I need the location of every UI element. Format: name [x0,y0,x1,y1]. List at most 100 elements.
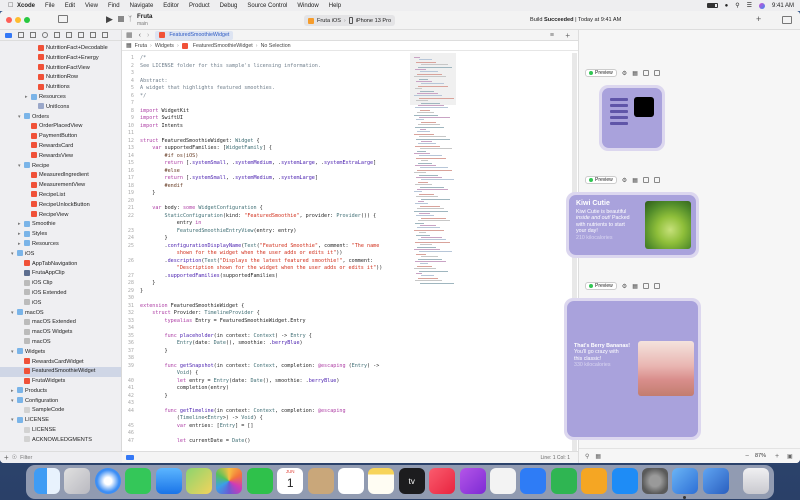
preview-settings-icon[interactable]: ⚙ [622,177,627,184]
code-line[interactable]: 34 [122,325,410,333]
folder-tab-icon[interactable] [5,32,12,38]
code-area[interactable]: 1 /* 2 See LICENSE folder for this sample's… [122,53,410,453]
navigator-row[interactable]: ▸ Styles [0,230,121,240]
menu-view[interactable]: View [85,3,98,9]
find-tab-icon[interactable] [42,32,48,38]
code-line[interactable]: 5 A widget that highlights featured smoot… [122,85,410,93]
preview-live-button[interactable]: Preview [585,282,617,290]
code-line[interactable]: 21 var body: some WidgetConfiguration { [122,205,410,213]
navigator-row[interactable]: ▸ Smoothie [0,220,121,230]
numbers-icon[interactable] [550,468,577,494]
maps-icon[interactable] [186,468,212,494]
code-line[interactable]: 7 [122,100,410,108]
systempreferences-icon[interactable] [642,468,668,494]
code-line[interactable]: 17 return [.systemSmall, .systemMedium, … [122,175,410,183]
jump-file[interactable]: FeaturedSmoothieWidget [193,43,253,49]
code-line[interactable]: 10 import Intents [122,123,410,131]
control-center-icon[interactable]: ☰ [747,2,752,9]
code-line[interactable]: 42 } [122,393,410,401]
code-line[interactable]: 3 [122,70,410,78]
navigator-row[interactable]: MeasuredIngredient [0,171,121,181]
navigator-row[interactable]: AppTabNavigation [0,260,121,270]
menu-edit[interactable]: Edit [65,3,75,9]
related-items-icon[interactable]: ▦ [126,31,133,39]
close-window-button[interactable] [6,17,12,23]
run-button[interactable]: ▶ [106,14,113,25]
simulator-icon[interactable] [702,468,729,494]
navigator-row[interactable]: RecipeList [0,191,121,201]
photos-icon[interactable] [216,468,243,494]
add-editor-icon[interactable]: + [565,31,570,40]
code-line[interactable]: 44 func getTimeline(in context: Context,… [122,408,410,416]
code-line[interactable]: Void) { [122,370,410,378]
navigator-row[interactable]: FrutaAppClip [0,269,121,279]
debug-tab-icon[interactable] [78,32,84,38]
battery-icon[interactable] [706,3,718,8]
code-line[interactable]: 32 struct Provider: TimelineProvider { [122,310,410,318]
navigator-row[interactable]: NutritionRow [0,73,121,83]
podcasts-icon[interactable] [459,468,486,494]
preview-device-icon[interactable] [642,177,649,183]
menu-find[interactable]: Find [108,3,120,9]
code-line[interactable]: 19 } [122,190,410,198]
test-tab-icon[interactable] [66,32,72,38]
code-line[interactable]: entry in [122,220,410,228]
code-line[interactable]: 30 [122,295,410,303]
navigator-row[interactable]: ▸ Resources [0,93,121,103]
jump-symbol[interactable]: No Selection [261,43,291,49]
appstore-icon[interactable] [611,468,638,494]
menu-debug[interactable]: Debug [220,3,238,9]
code-line[interactable]: 18 #endif [122,183,410,191]
menu-editor[interactable]: Editor [163,3,179,9]
navigator-filter-input[interactable] [20,453,107,462]
navigator-row[interactable]: RecipeUnlockButton [0,201,121,211]
apple-menu-icon[interactable]:  [8,2,17,9]
navigator-row[interactable]: Nutritions [0,83,121,93]
symbol-tab-icon[interactable] [30,32,36,38]
code-line[interactable]: 1 /* [122,55,410,63]
zoom-fit-icon[interactable]: ▣ [787,453,793,460]
zoom-window-button[interactable] [24,17,30,23]
code-line[interactable]: 28 } [122,280,410,288]
preview-device-icon[interactable] [642,283,649,289]
code-line[interactable]: 15 return [.systemSmall, .systemMedium, … [122,160,410,168]
code-line[interactable]: 27 .supportedFamilies(supportedFamilies) [122,273,410,281]
navigator-row[interactable]: ▾ macOS [0,309,121,319]
library-plus-icon[interactable]: + [756,14,761,24]
navigator-row[interactable]: iOS Clip [0,279,121,289]
code-line[interactable]: 39 func getSnapshot(in context: Context,… [122,363,410,371]
issue-tab-icon[interactable] [54,32,60,38]
navigator-row[interactable]: ACKNOWLEDGMENTS [0,436,121,446]
navigator-row[interactable]: ▾ LICENSE [0,416,121,426]
code-line[interactable]: 6 */ [122,93,410,101]
navigator-row[interactable]: NutritionFactView [0,64,121,74]
grid-view-icon[interactable]: ▦ [595,453,601,460]
add-file-icon[interactable]: + [4,453,9,462]
code-line[interactable]: shown for the widget when the user adds … [122,250,410,258]
code-line[interactable]: 40 let entry = Entry(date: Date(), smoot… [122,378,410,386]
editor-options-icon[interactable]: ≡ [550,32,554,39]
navigator-row[interactable]: RewardsCard [0,142,121,152]
mail-icon[interactable] [155,468,182,494]
navigator-row[interactable]: RewardsView [0,152,121,162]
contacts-icon[interactable] [307,468,334,494]
notes-icon[interactable] [368,468,395,494]
navigator-row[interactable]: ▾ Widgets [0,348,121,358]
preview-settings-icon[interactable]: ⚙ [622,283,627,290]
code-line[interactable]: 38 [122,355,410,363]
finder-icon[interactable] [34,468,60,494]
navigator-row[interactable]: FeaturedSmoothieWidget [0,367,121,378]
xcode-icon[interactable] [672,468,699,494]
preview-settings-icon[interactable]: ⚙ [622,70,627,77]
menu-navigate[interactable]: Navigate [130,3,154,9]
code-line[interactable]: 43 [122,400,410,408]
reminders-icon[interactable] [338,468,364,494]
safari-icon[interactable] [94,468,121,494]
navigator-row[interactable]: MeasurementView [0,181,121,191]
preview-live-button[interactable]: Preview [585,176,617,184]
code-line[interactable]: 47 let currentDate = Date() [122,438,410,446]
grid-icon[interactable]: ▦ [126,42,132,49]
menu-source-control[interactable]: Source Control [247,3,287,9]
source-control-tab-icon[interactable] [18,32,24,38]
navigator-row[interactable]: LICENSE [0,426,121,436]
